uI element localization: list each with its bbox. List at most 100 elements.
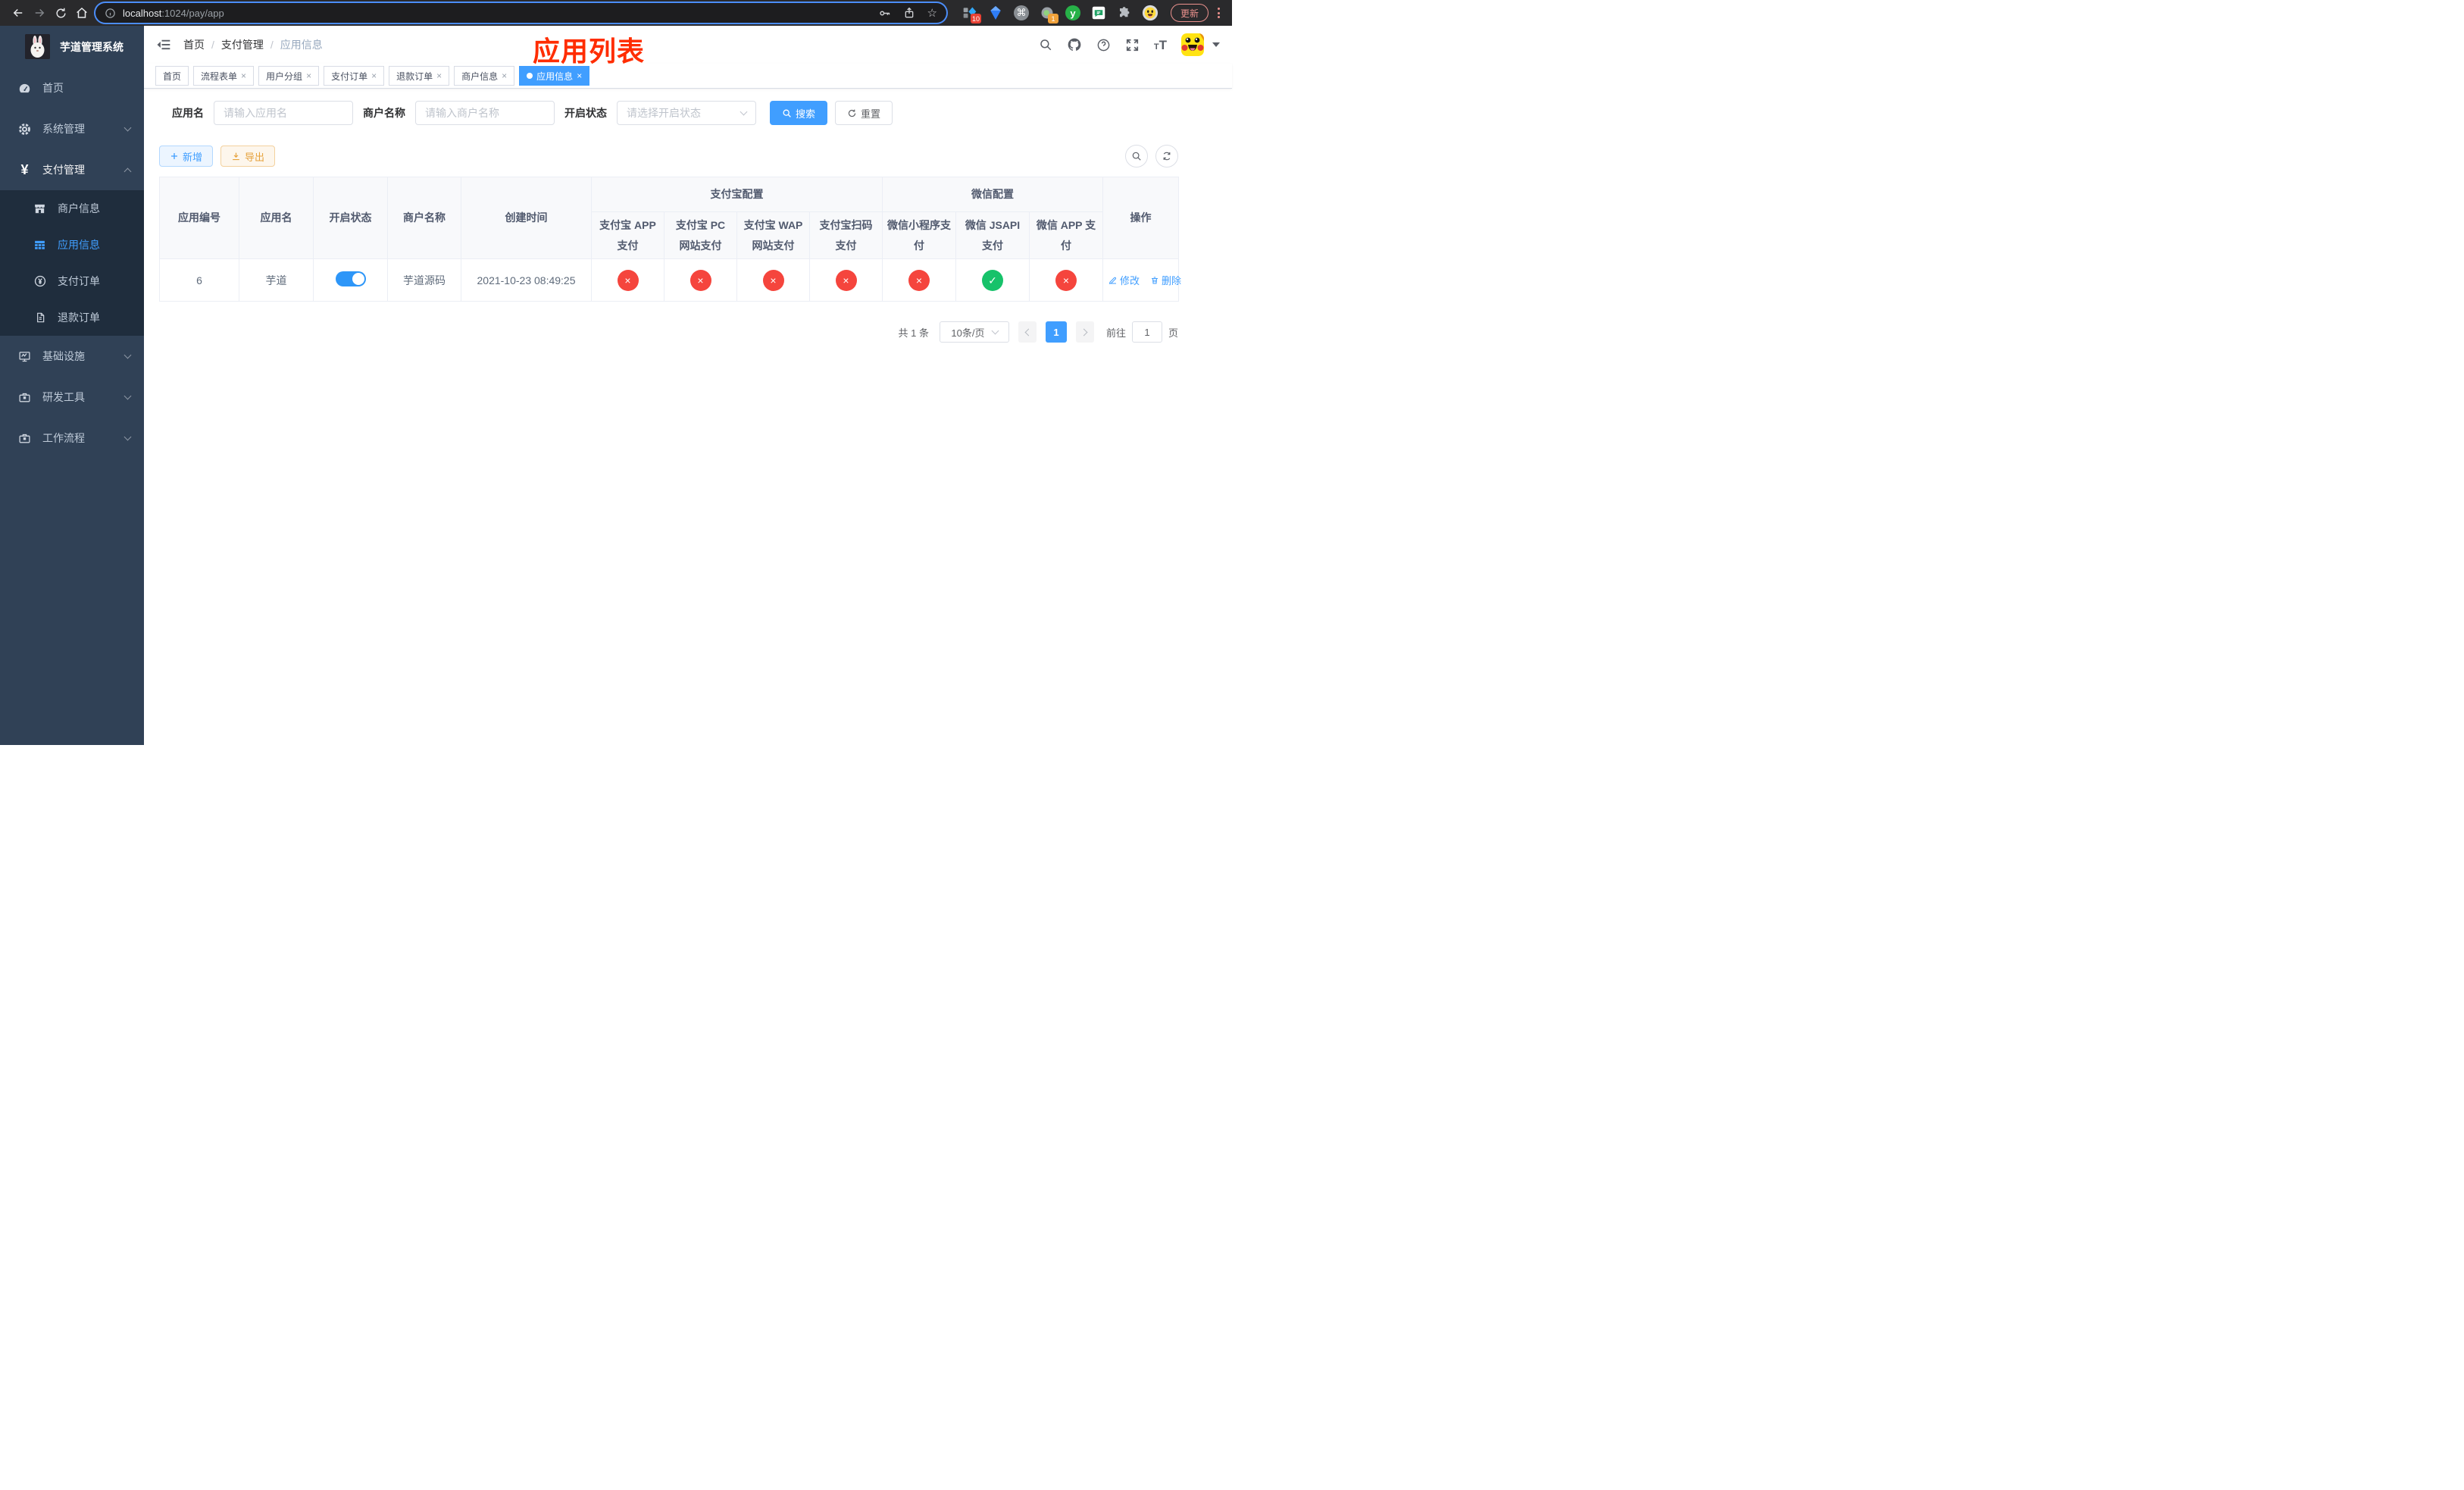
pagination-total: 共 1 条	[898, 327, 929, 339]
extensions-puzzle-icon[interactable]	[1116, 4, 1133, 22]
site-info-icon[interactable]	[105, 8, 116, 19]
browser-menu-icon[interactable]	[1213, 8, 1224, 18]
help-icon[interactable]	[1096, 38, 1111, 52]
page-annotation-title: 应用列表	[533, 36, 646, 67]
ext-command-icon[interactable]: ⌘	[1013, 4, 1030, 22]
profile-emoji-icon[interactable]	[1142, 4, 1159, 22]
monitor-chart-icon	[15, 350, 34, 363]
browser-update-button[interactable]: 更新	[1170, 4, 1209, 22]
sidebar-item-pay-order[interactable]: 支付订单	[0, 263, 144, 299]
ext-recorder-icon[interactable]: 1	[1039, 4, 1058, 23]
store-icon	[30, 202, 49, 215]
sidebar-item-devtools[interactable]: 研发工具	[0, 377, 144, 418]
refresh-button[interactable]	[1155, 145, 1178, 167]
tab-home[interactable]: 首页	[155, 66, 189, 86]
col-group-alipay: 支付宝配置	[591, 177, 883, 212]
col-alipay-wap: 支付宝 WAP 网站支付	[736, 211, 810, 260]
next-page-button[interactable]	[1075, 321, 1094, 343]
status-alipay-app-icon: ×	[617, 269, 639, 291]
breadcrumb-home[interactable]: 首页	[183, 37, 205, 52]
sidebar-item-label: 支付管理	[42, 164, 85, 176]
font-size-icon[interactable]: TT	[1154, 39, 1167, 52]
edit-link[interactable]: 修改	[1108, 273, 1140, 287]
app-title: 芋道管理系统	[60, 40, 124, 53]
chevron-down-icon	[740, 108, 748, 115]
status-wechat-mini-icon: ×	[908, 269, 930, 291]
goto-page-input[interactable]	[1131, 321, 1162, 343]
navbar: 首页 / 支付管理 / 应用信息 TT	[144, 26, 1232, 64]
sidebar-item-pay[interactable]: ¥ 支付管理	[0, 149, 144, 190]
tags-view-bar: 首页 流程表单 × 用户分组 × 支付订单 × 退款订单 × 商户信息 × 应用信息 ×	[144, 64, 1232, 89]
close-icon[interactable]: ×	[371, 71, 377, 80]
tab-process-form[interactable]: 流程表单 ×	[193, 66, 255, 86]
status-toggle[interactable]	[335, 271, 366, 287]
table-row: 6 芋道 芋道源码 2021-10-23 08:49:25 × × × × × …	[159, 258, 1181, 302]
tab-refund-order[interactable]: 退款订单 ×	[389, 66, 450, 86]
ext-gem-icon[interactable]	[987, 4, 1004, 22]
col-wechat-mini: 微信小程序支付	[882, 211, 956, 260]
search-button[interactable]: 搜索	[770, 101, 828, 125]
password-key-icon[interactable]	[878, 7, 891, 20]
dashboard-icon	[15, 82, 34, 95]
chevron-up-icon	[124, 167, 132, 175]
yen-icon: ¥	[20, 162, 29, 177]
close-icon[interactable]: ×	[436, 71, 442, 80]
ext-chat-icon[interactable]	[1090, 4, 1107, 22]
sidebar-item-merchant-info[interactable]: 商户信息	[0, 190, 144, 227]
browser-home-icon[interactable]	[71, 2, 92, 23]
sidebar-item-infra[interactable]: 基础设施	[0, 336, 144, 377]
sidebar-item-home[interactable]: 首页	[0, 67, 144, 108]
app-name-input[interactable]	[214, 101, 353, 125]
sidebar-item-workflow[interactable]: 工作流程	[0, 418, 144, 459]
merchant-name-input[interactable]	[415, 101, 555, 125]
header-search-icon[interactable]	[1039, 38, 1052, 52]
share-icon[interactable]	[903, 7, 915, 19]
reset-button[interactable]: 重置	[835, 101, 893, 125]
browser-back-icon[interactable]	[8, 2, 29, 23]
sidebar-item-system[interactable]: 系统管理	[0, 108, 144, 149]
browser-reload-icon[interactable]	[50, 2, 71, 23]
ext-devtools-icon[interactable]: 10	[962, 4, 981, 23]
breadcrumb: 首页 / 支付管理 / 应用信息	[183, 37, 323, 52]
merchant-name-label: 商户名称	[363, 107, 405, 119]
page-number-1[interactable]: 1	[1045, 321, 1067, 343]
close-icon[interactable]: ×	[502, 71, 507, 80]
address-bar[interactable]: localhost:1024/pay/app ☆	[95, 3, 946, 23]
sidebar-collapse-icon[interactable]	[156, 37, 171, 52]
ext-y-icon[interactable]: y	[1065, 4, 1081, 22]
tab-user-group[interactable]: 用户分组 ×	[258, 66, 320, 86]
col-alipay-qr: 支付宝扫码支付	[809, 211, 883, 260]
github-icon[interactable]	[1067, 37, 1082, 52]
prev-page-button[interactable]	[1018, 321, 1037, 343]
bookmark-star-icon[interactable]: ☆	[927, 8, 937, 19]
status-select[interactable]: 请选择开启状态	[617, 101, 756, 125]
user-menu-caret-icon[interactable]	[1212, 42, 1220, 47]
breadcrumb-pay[interactable]: 支付管理	[221, 37, 264, 52]
close-icon[interactable]: ×	[306, 71, 311, 80]
show-search-toggle-button[interactable]	[1125, 145, 1148, 167]
fullscreen-icon[interactable]	[1125, 38, 1140, 52]
page-size-select[interactable]: 10条/页	[939, 321, 1009, 343]
sidebar: 芋道管理系统 首页 系统管理 ¥ 支付管理 商户信息 应用信息 支付订单 退款订…	[0, 26, 144, 745]
grid-icon	[30, 239, 49, 252]
page-content: 应用名 商户名称 开启状态 请选择开启状态 搜索 重置	[144, 89, 1232, 745]
export-button[interactable]: 导出	[220, 146, 276, 167]
close-icon[interactable]: ×	[577, 71, 582, 80]
logo-rabbit-image	[25, 34, 50, 59]
chevron-down-icon	[124, 124, 132, 132]
browser-forward-icon[interactable]	[29, 2, 50, 23]
tab-pay-order[interactable]: 支付订单 ×	[324, 66, 385, 86]
sidebar-item-refund-order[interactable]: 退款订单	[0, 299, 144, 336]
status-alipay-pc-icon: ×	[689, 269, 711, 291]
sidebar-item-label: 工作流程	[42, 432, 85, 444]
document-icon	[30, 311, 49, 324]
delete-link[interactable]: 删除	[1150, 273, 1181, 287]
tab-merchant-info[interactable]: 商户信息 ×	[454, 66, 515, 86]
close-icon[interactable]: ×	[241, 71, 246, 80]
app-logo[interactable]: 芋道管理系统	[0, 26, 144, 67]
col-app-id: 应用编号	[159, 176, 239, 260]
user-avatar[interactable]	[1181, 33, 1204, 56]
sidebar-item-app-info[interactable]: 应用信息	[0, 227, 144, 263]
add-button[interactable]: 新增	[159, 146, 214, 167]
sidebar-item-label: 支付订单	[58, 275, 100, 287]
